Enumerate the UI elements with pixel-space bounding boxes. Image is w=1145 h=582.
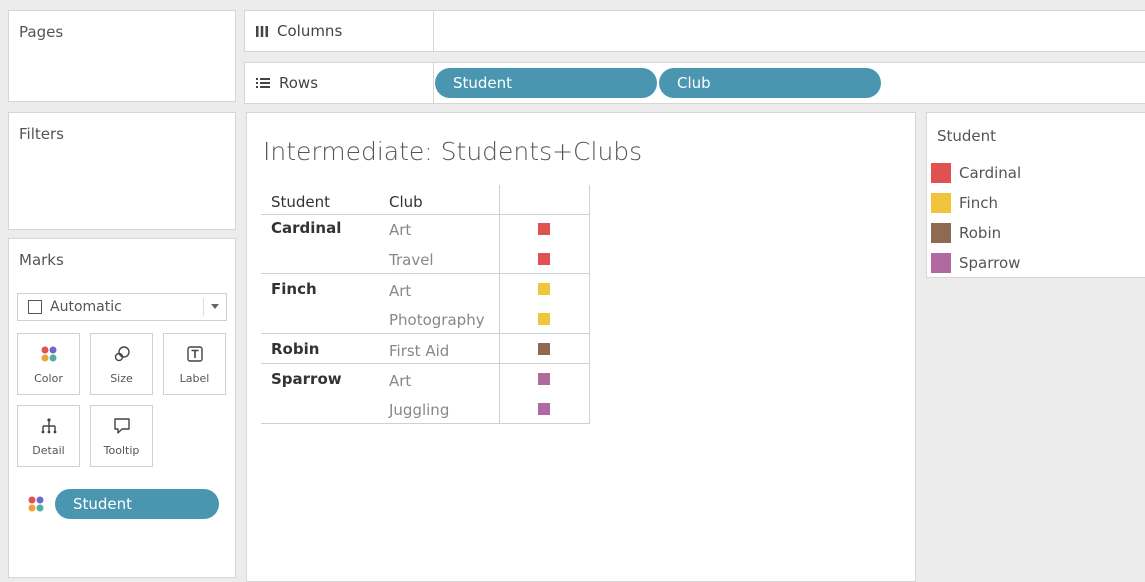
- table-row-student[interactable]: Sparrow: [271, 370, 342, 388]
- legend-title: Student: [937, 127, 997, 145]
- color-mark[interactable]: [538, 253, 550, 265]
- color-encoding-row: Student: [27, 489, 227, 519]
- mark-type-square-icon: [28, 300, 42, 314]
- color-mark[interactable]: [538, 343, 550, 355]
- table-row-club[interactable]: Art: [389, 372, 411, 390]
- table-row-club[interactable]: Photography: [389, 311, 485, 329]
- mark-type-dropdown[interactable]: Automatic: [17, 293, 227, 321]
- filters-panel[interactable]: Filters: [8, 112, 236, 230]
- shelf-divider: [433, 11, 434, 51]
- marks-size-button[interactable]: Size: [90, 333, 153, 395]
- color-mark[interactable]: [538, 313, 550, 325]
- marks-size-label: Size: [110, 371, 133, 385]
- marks-tooltip-button[interactable]: Tooltip: [90, 405, 153, 467]
- columns-label-text: Columns: [277, 22, 343, 40]
- tooltip-icon: [113, 416, 131, 436]
- shelf-divider: [433, 63, 434, 103]
- color-mark[interactable]: [538, 223, 550, 235]
- marks-label-button[interactable]: Label: [163, 333, 226, 395]
- marks-tooltip-label: Tooltip: [103, 443, 140, 457]
- legend-swatch: [931, 193, 951, 213]
- legend-swatch: [931, 223, 951, 243]
- rows-pill-club[interactable]: Club: [659, 68, 881, 98]
- table-row-club[interactable]: First Aid: [389, 342, 449, 360]
- row-divider: [261, 333, 590, 334]
- rows-label-text: Rows: [279, 74, 319, 92]
- label-icon: [186, 344, 203, 364]
- table-row-club[interactable]: Travel: [389, 251, 434, 269]
- view-title: Intermediate: Students+Clubs: [263, 137, 643, 166]
- club-column-header[interactable]: Club: [389, 193, 423, 211]
- table-bottom-divider: [261, 423, 590, 424]
- rows-icon: [256, 78, 270, 88]
- legend-label: Sparrow: [959, 254, 1021, 272]
- detail-icon: [40, 416, 58, 436]
- marks-detail-button[interactable]: Detail: [17, 405, 80, 467]
- marks-detail-label: Detail: [32, 443, 65, 457]
- filters-title: Filters: [19, 125, 64, 143]
- dropdown-separator: [203, 298, 204, 316]
- table-row-student[interactable]: Finch: [271, 280, 317, 298]
- header-divider: [261, 214, 590, 215]
- size-icon: [113, 344, 131, 364]
- color-mark[interactable]: [538, 283, 550, 295]
- column-divider: [499, 185, 500, 423]
- table-row-club[interactable]: Art: [389, 282, 411, 300]
- row-divider: [261, 363, 590, 364]
- row-divider: [261, 273, 590, 274]
- marks-color-pill-student[interactable]: Student: [55, 489, 219, 519]
- student-column-header[interactable]: Student: [271, 193, 330, 211]
- legend-swatch: [931, 163, 951, 183]
- rows-label: Rows: [255, 63, 318, 103]
- pages-title: Pages: [19, 23, 64, 41]
- color-mark[interactable]: [538, 403, 550, 415]
- legend-label: Cardinal: [959, 164, 1022, 182]
- columns-icon: [256, 26, 268, 37]
- color-icon: [40, 344, 58, 364]
- legend-swatch: [931, 253, 951, 273]
- legend-item-finch[interactable]: Finch: [931, 193, 998, 213]
- marks-title: Marks: [19, 251, 64, 269]
- marks-label-label: Label: [179, 371, 210, 385]
- table-row-club[interactable]: Art: [389, 221, 411, 239]
- legend-label: Robin: [959, 224, 1002, 242]
- color-legend[interactable]: Student Cardinal Finch Robin Sparrow: [926, 112, 1145, 278]
- rows-shelf[interactable]: Rows Student Club: [244, 62, 1145, 104]
- rows-pill-student[interactable]: Student: [435, 68, 657, 98]
- marks-color-button[interactable]: Color: [17, 333, 80, 395]
- table-row-club[interactable]: Juggling: [389, 401, 449, 419]
- mark-type-value: Automatic: [50, 299, 122, 315]
- chevron-down-icon[interactable]: [211, 304, 219, 309]
- legend-item-cardinal[interactable]: Cardinal: [931, 163, 1021, 183]
- columns-label: Columns: [255, 11, 342, 51]
- legend-item-sparrow[interactable]: Sparrow: [931, 253, 1020, 273]
- legend-item-robin[interactable]: Robin: [931, 223, 1001, 243]
- table-row-student[interactable]: Robin: [271, 340, 319, 358]
- view-area[interactable]: Intermediate: Students+Clubs Student Clu…: [246, 112, 916, 582]
- table-right-border: [589, 185, 590, 423]
- color-mark[interactable]: [538, 373, 550, 385]
- legend-label: Finch: [959, 194, 998, 212]
- color-icon: [28, 496, 44, 512]
- columns-shelf[interactable]: Columns: [244, 10, 1145, 52]
- table-row-student[interactable]: Cardinal: [271, 219, 341, 237]
- marks-card[interactable]: Marks Automatic Color Size Label Detail …: [8, 238, 236, 578]
- pages-panel[interactable]: Pages: [8, 10, 236, 102]
- marks-color-label: Color: [34, 371, 63, 385]
